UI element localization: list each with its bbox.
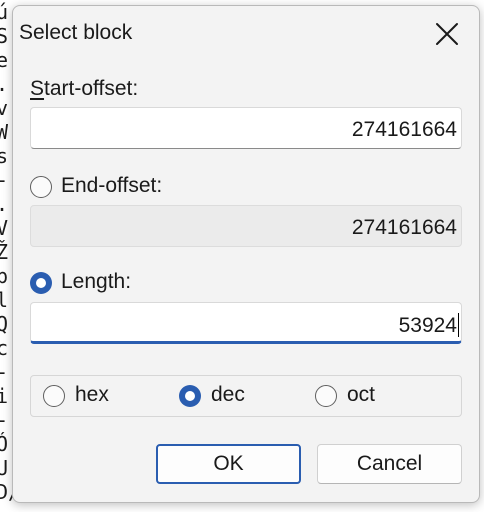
dialog-title: Select block [19, 21, 133, 44]
start-offset-input[interactable]: 274161664 [30, 107, 462, 149]
hex-radio[interactable] [43, 385, 65, 407]
dec-label: dec [211, 383, 245, 406]
oct-label: oct [347, 383, 376, 406]
select-block-dialog: Select block Start-offset: 274161664 End… [12, 5, 480, 503]
start-offset-value: 274161664 [351, 118, 457, 141]
ok-button[interactable]: OK [156, 444, 301, 484]
number-base-group: hex dec oct [30, 375, 462, 417]
end-offset-radio[interactable] [30, 176, 52, 198]
close-icon [436, 23, 458, 45]
end-offset-input: 274161664 [30, 205, 462, 247]
length-input[interactable]: 53924 [30, 302, 462, 344]
hex-label: hex [75, 383, 109, 406]
end-offset-label: End-offset: [61, 174, 163, 197]
start-offset-label-rest: tart-offset: [44, 77, 139, 100]
oct-radio[interactable] [315, 385, 337, 407]
text-caret [458, 313, 459, 337]
dec-radio[interactable] [179, 385, 201, 407]
cancel-button[interactable]: Cancel [317, 444, 462, 484]
start-offset-label: Start-offset: [30, 77, 138, 101]
close-button[interactable] [433, 20, 461, 48]
length-value: 53924 [398, 314, 457, 337]
start-offset-mnemonic: S [30, 77, 45, 100]
title-bar: Select block [13, 6, 479, 60]
length-label: Length: [61, 270, 132, 293]
length-radio[interactable] [30, 272, 52, 294]
end-offset-value: 274161664 [351, 216, 457, 239]
